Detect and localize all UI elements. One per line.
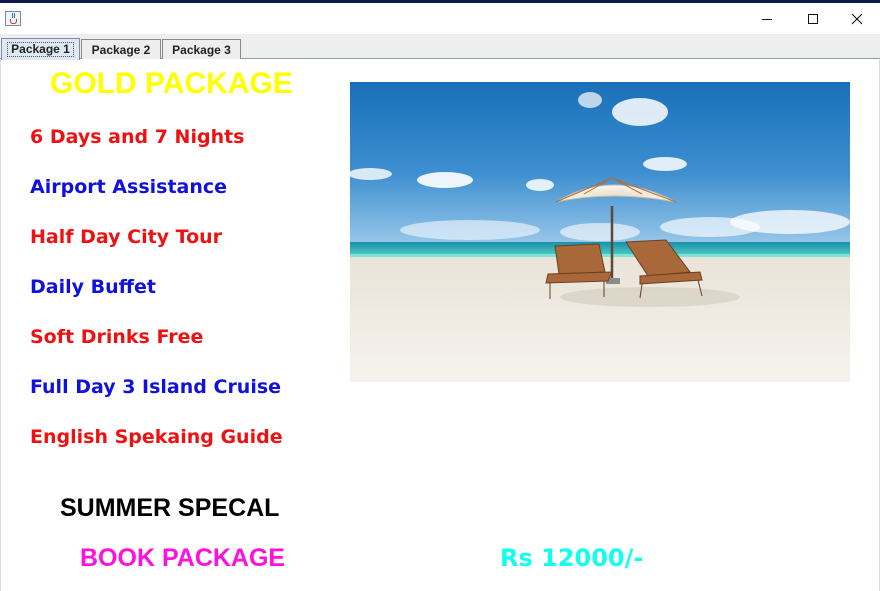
application-window: Package 1 Package 2 Package 3 GOLD PACKA…	[0, 0, 880, 591]
feature-item: Half Day City Tour	[30, 226, 223, 248]
package-panel: GOLD PACKAGE 6 Days and 7 Nights Airport…	[0, 60, 880, 591]
feature-item: 6 Days and 7 Nights	[30, 126, 245, 148]
beach-photo	[350, 82, 850, 382]
tab-package-3[interactable]: Package 3	[162, 39, 241, 59]
feature-item: Airport Assistance	[30, 176, 228, 198]
price-label: Rs 12000/-	[500, 544, 644, 572]
feature-item: Full Day 3 Island Cruise	[30, 376, 282, 398]
feature-item: English Spekaing Guide	[30, 426, 283, 448]
java-cup-icon	[5, 11, 21, 26]
tab-label: Package 1	[7, 42, 74, 57]
tab-package-2[interactable]: Package 2	[81, 39, 161, 59]
book-package-button[interactable]: BOOK PACKAGE	[80, 543, 285, 573]
minimize-icon[interactable]	[744, 3, 790, 34]
maximize-icon[interactable]	[790, 3, 836, 34]
tab-label: Package 2	[91, 42, 151, 57]
feature-item: Daily Buffet	[30, 276, 156, 298]
tab-label: Package 3	[172, 42, 231, 57]
package-title: GOLD PACKAGE	[50, 67, 293, 100]
tab-package-1[interactable]: Package 1	[1, 38, 80, 60]
close-icon[interactable]	[834, 3, 880, 34]
feature-item: Soft Drinks Free	[30, 326, 204, 348]
promo-label: SUMMER SPECAL	[60, 494, 280, 522]
tab-strip: Package 1 Package 2 Package 3	[0, 34, 880, 60]
title-bar	[0, 3, 880, 34]
